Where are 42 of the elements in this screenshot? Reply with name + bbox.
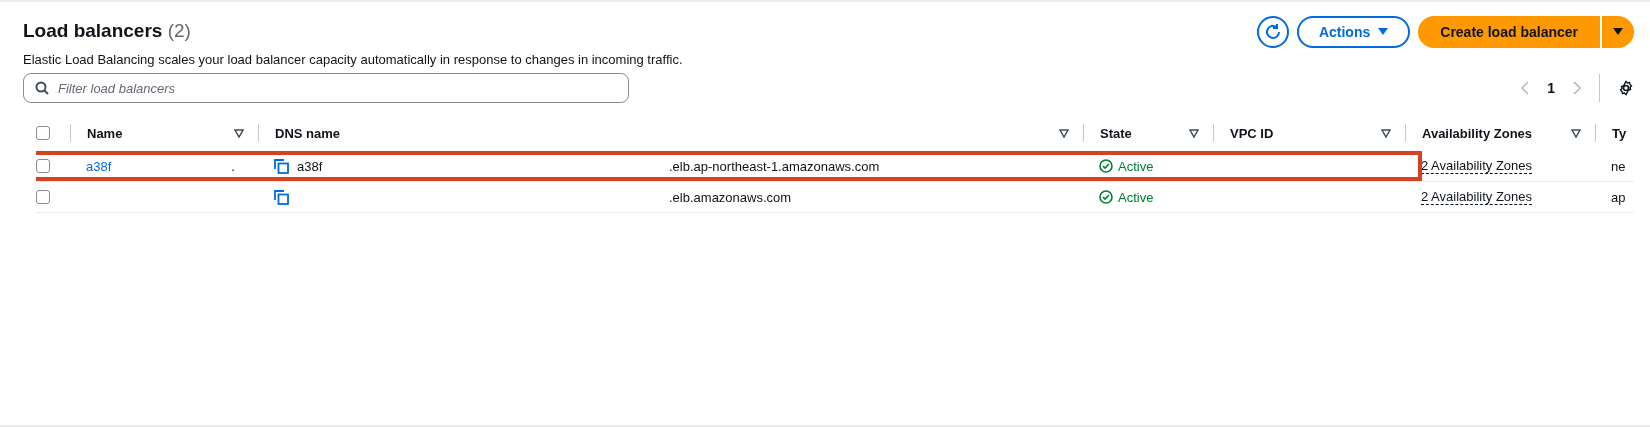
name-text: . [231,158,235,174]
state-status: Active [1099,158,1154,174]
copy-icon[interactable] [274,189,289,205]
type-text: ap [1611,189,1626,205]
zones-text[interactable]: 2 Availability Zones [1421,158,1533,174]
caret-icon [1378,28,1389,36]
sort-icon[interactable] [1189,128,1199,138]
actions-button[interactable]: Actions [1296,16,1411,48]
column-header[interactable]: Name [87,125,123,141]
sort-icon[interactable] [234,128,244,138]
column-header[interactable]: State [1100,125,1132,141]
refresh-icon [1263,23,1282,41]
page-title: Load balancers (2) [23,20,192,42]
settings-icon[interactable] [1618,80,1634,96]
zones-text[interactable]: 2 Availability Zones [1421,189,1533,205]
column-header[interactable]: VPC ID [1230,125,1274,141]
sort-icon[interactable] [1381,128,1391,138]
select-all-checkbox[interactable] [36,126,50,140]
state-status: Active [1099,189,1154,205]
sort-icon[interactable] [1571,128,1581,138]
dropdown-button[interactable] [1600,16,1634,48]
copy-icon[interactable] [274,158,289,174]
create-button[interactable]: Create load balancer [1418,16,1600,48]
dns-name: .elb.ap-northeast-1.amazonaws.com [669,158,880,174]
column-header[interactable]: Ty [1612,125,1627,141]
column-header[interactable]: Availability Zones [1422,125,1533,141]
check-circle-icon [1099,159,1113,173]
filter-field[interactable]: Filter load balancers [23,73,629,103]
page-description: Elastic Load Balancing scales your load balancer capacity automatically in response to changes in incoming traffic. [23,52,683,67]
sort-icon[interactable] [1059,128,1069,138]
row-checkbox[interactable] [36,159,50,173]
column-header[interactable]: DNS name [275,125,341,141]
refresh-button[interactable] [1256,16,1289,48]
dns-name: a38f [297,158,323,174]
type-text: ne [1611,158,1626,174]
dns-name: .elb.amazonaws.com [669,189,792,205]
caret-icon [1613,28,1623,36]
name-link[interactable]: a38f [86,158,112,174]
search-icon [35,81,49,95]
page-number[interactable]: 1 [1547,80,1555,96]
row-checkbox[interactable] [36,190,50,204]
check-circle-icon [1099,190,1113,204]
